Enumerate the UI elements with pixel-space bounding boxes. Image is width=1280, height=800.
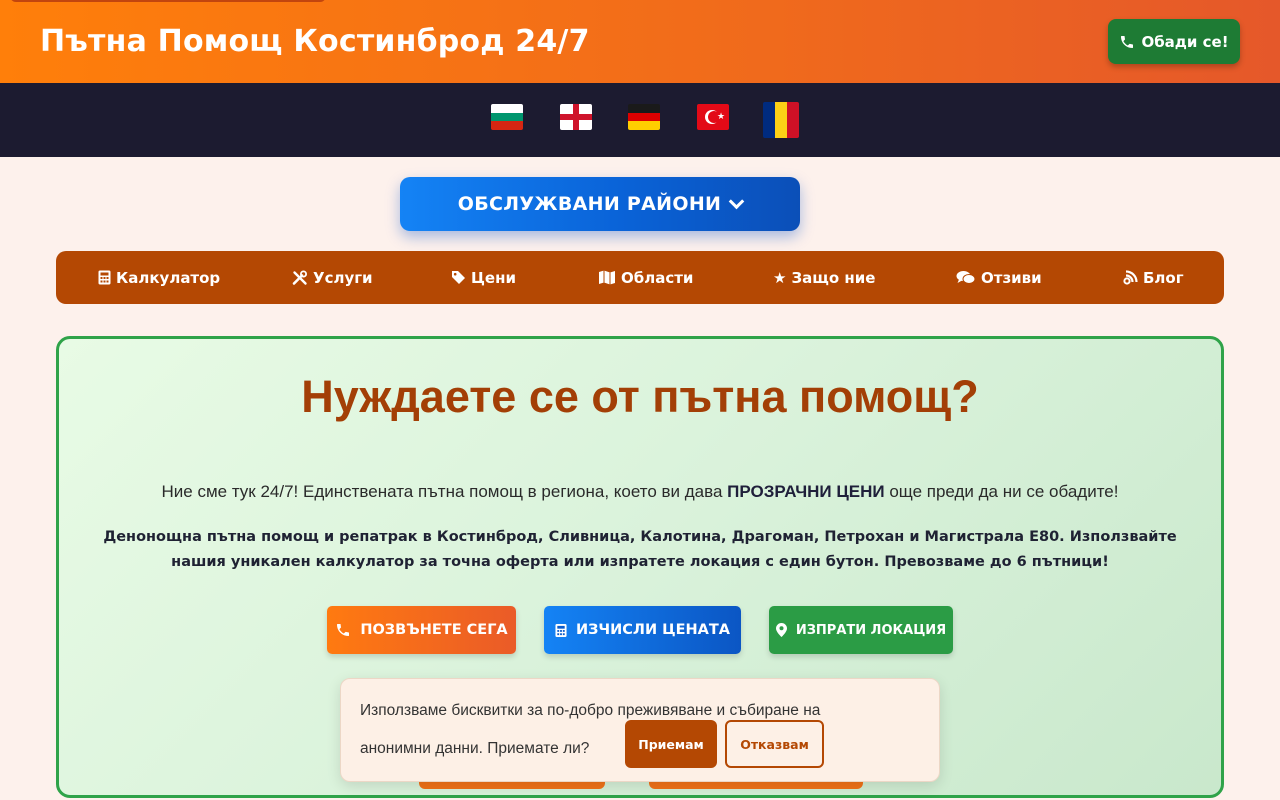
- hero-intro-start: Ние сме тук 24/7! Единствената пътна пом…: [161, 482, 728, 501]
- nav-label: Услуги: [313, 268, 373, 287]
- phone-icon: [337, 624, 350, 636]
- nav-item-areas[interactable]: Области: [598, 251, 693, 304]
- nav-label: Блог: [1143, 268, 1184, 287]
- flag-bulgaria-icon[interactable]: [491, 104, 523, 130]
- nav-label: Цени: [471, 268, 516, 287]
- nav-label: Области: [621, 268, 694, 287]
- hero-title: Нуждаете се от пътна помощ?: [301, 371, 979, 422]
- nav-label: Калкулатор: [116, 268, 221, 287]
- hero-description: Денонощна пътна помощ и репатрак в Кости…: [103, 529, 1177, 570]
- call-now-button[interactable]: ПОЗВЪНЕТЕ СЕГА: [327, 606, 516, 654]
- nav-item-calculator[interactable]: Калкулатор: [98, 251, 220, 304]
- blog-icon: [1123, 270, 1138, 285]
- hero-intro-end: още преди да ни се обадите!: [884, 482, 1119, 501]
- calculate-price-button[interactable]: ИЗЧИСЛИ ЦЕНАТА: [544, 606, 741, 654]
- nav-label: Защо ние: [791, 268, 876, 287]
- decline-cookies-button[interactable]: Отказвам: [725, 720, 824, 768]
- language-bar: ★: [0, 83, 1280, 157]
- served-regions-label: ОБСЛУЖВАНИ РАЙОНИ: [457, 193, 722, 215]
- tag-icon: [452, 271, 465, 284]
- served-regions-dropdown[interactable]: ОБСЛУЖВАНИ РАЙОНИ: [400, 177, 800, 231]
- flag-england-icon[interactable]: [560, 104, 592, 130]
- send-location-button[interactable]: ИЗПРАТИ ЛОКАЦИЯ: [769, 606, 953, 654]
- nav-label: Отзиви: [981, 268, 1042, 287]
- accept-cookies-button[interactable]: Приемам: [625, 720, 717, 768]
- nav-item-services[interactable]: Услуги: [292, 251, 373, 304]
- tools-icon: [292, 270, 307, 285]
- flag-romania-icon[interactable]: [763, 102, 799, 138]
- nav-item-prices[interactable]: Цени: [451, 251, 516, 304]
- star-icon: ★: [773, 268, 787, 287]
- nav-item-why-us[interactable]: ★ Защо ние: [773, 251, 875, 304]
- map-icon: [599, 270, 615, 285]
- cookie-banner: Използваме бисквитки за по-добро преживя…: [340, 678, 940, 782]
- calculate-price-label: ИЗЧИСЛИ ЦЕНАТА: [576, 622, 730, 638]
- nav-item-blog[interactable]: Блог: [1123, 251, 1184, 304]
- flag-turkey-icon[interactable]: ★: [697, 104, 729, 130]
- comments-icon: [956, 271, 976, 284]
- send-location-label: ИЗПРАТИ ЛОКАЦИЯ: [795, 622, 947, 638]
- call-button[interactable]: Обади се!: [1108, 19, 1240, 64]
- phone-icon: [1121, 35, 1134, 48]
- hero-intro-highlight: ПРОЗРАЧНИ ЦЕНИ: [727, 482, 885, 501]
- map-pin-icon: [775, 623, 787, 637]
- main-nav: Калкулатор Услуги Цени Области ★ Защо ни…: [56, 251, 1224, 304]
- calculator-icon: [98, 270, 111, 285]
- flag-germany-icon[interactable]: [628, 104, 660, 130]
- nav-item-reviews[interactable]: Отзиви: [956, 251, 1042, 304]
- call-button-label: Обади се!: [1141, 32, 1229, 51]
- hero-intro: Ние сме тук 24/7! Единствената пътна пом…: [59, 482, 1221, 502]
- chevron-down-icon: [728, 193, 745, 209]
- header-decoration: [10, 0, 326, 2]
- calculator-icon: [555, 623, 567, 637]
- site-title[interactable]: Пътна Помощ Костинброд 24/7: [40, 24, 590, 59]
- call-now-label: ПОЗВЪНЕТЕ СЕГА: [360, 622, 508, 638]
- site-header: Пътна Помощ Костинброд 24/7 Обади се!: [0, 0, 1280, 83]
